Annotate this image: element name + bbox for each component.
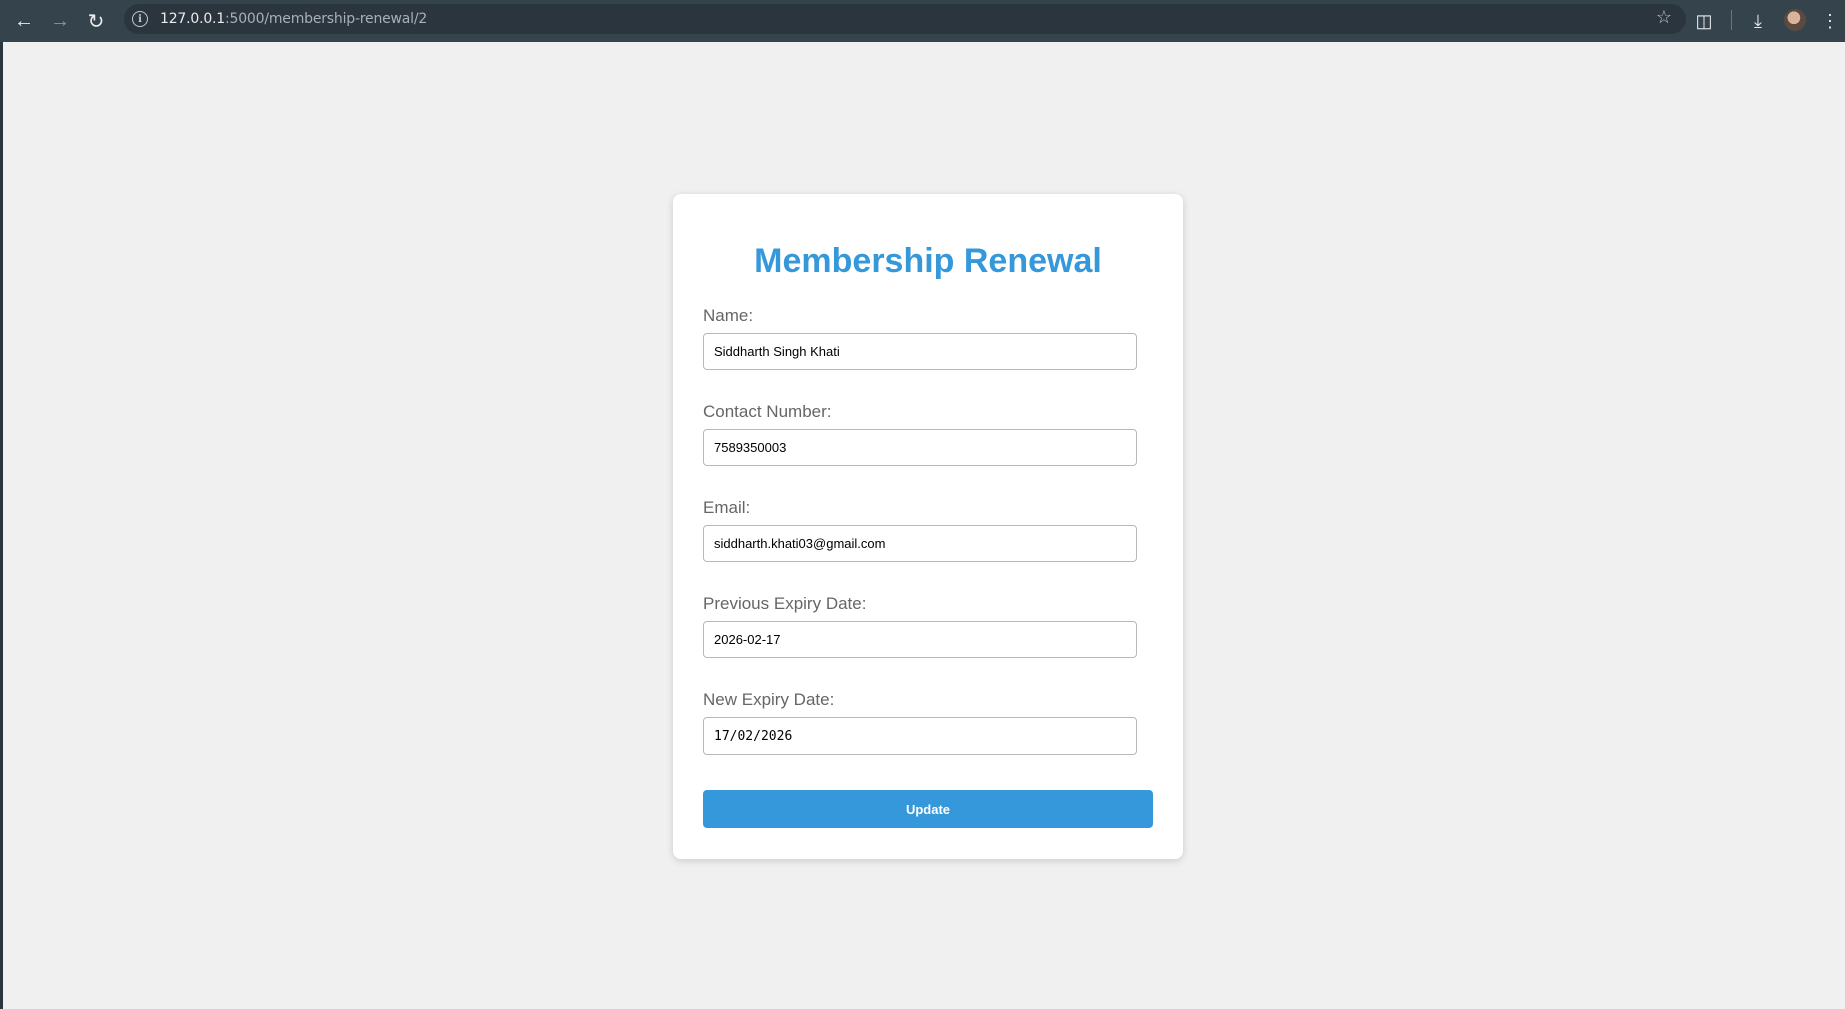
new-expiry-date-input[interactable] (703, 717, 1137, 755)
name-input[interactable] (703, 333, 1137, 370)
previous-expiry-label: Previous Expiry Date: (703, 594, 867, 613)
email-input[interactable] (703, 525, 1137, 562)
window-edge (0, 42, 3, 1009)
url-text[interactable]: 127.0.0.1:5000/membership-renewal/2 (160, 11, 427, 27)
extensions-icon[interactable]: ◫ (1686, 3, 1722, 39)
back-arrow-icon[interactable]: ← (6, 3, 42, 39)
address-bar[interactable]: i 127.0.0.1:5000/membership-renewal/2 ☆ (124, 4, 1686, 34)
contact-number-label: Contact Number: (703, 402, 832, 421)
update-button[interactable]: Update (703, 790, 1153, 828)
email-label: Email: (703, 498, 751, 517)
download-icon[interactable]: ⤓ (1740, 3, 1776, 39)
toolbar-divider (1731, 10, 1732, 30)
more-menu-icon[interactable]: ⋮ (1812, 3, 1845, 39)
forward-arrow-icon[interactable]: → (42, 3, 78, 39)
url-path: :5000/membership-renewal/2 (225, 11, 428, 27)
new-expiry-label: New Expiry Date: (703, 690, 835, 709)
profile-avatar[interactable] (1784, 9, 1806, 31)
browser-toolbar: ← → ↻ i 127.0.0.1:5000/membership-renewa… (0, 0, 1845, 42)
previous-expiry-input[interactable] (703, 621, 1137, 658)
contact-number-input[interactable] (703, 429, 1137, 466)
site-info-icon[interactable]: i (132, 11, 148, 27)
bookmark-star-icon[interactable]: ☆ (1656, 7, 1672, 28)
reload-icon[interactable]: ↻ (78, 3, 114, 39)
page-title: Membership Renewal (754, 242, 1102, 280)
name-label: Name: (703, 306, 754, 325)
renewal-card: Membership Renewal Name: Contact Number:… (673, 194, 1183, 859)
url-host: 127.0.0.1 (160, 11, 225, 27)
